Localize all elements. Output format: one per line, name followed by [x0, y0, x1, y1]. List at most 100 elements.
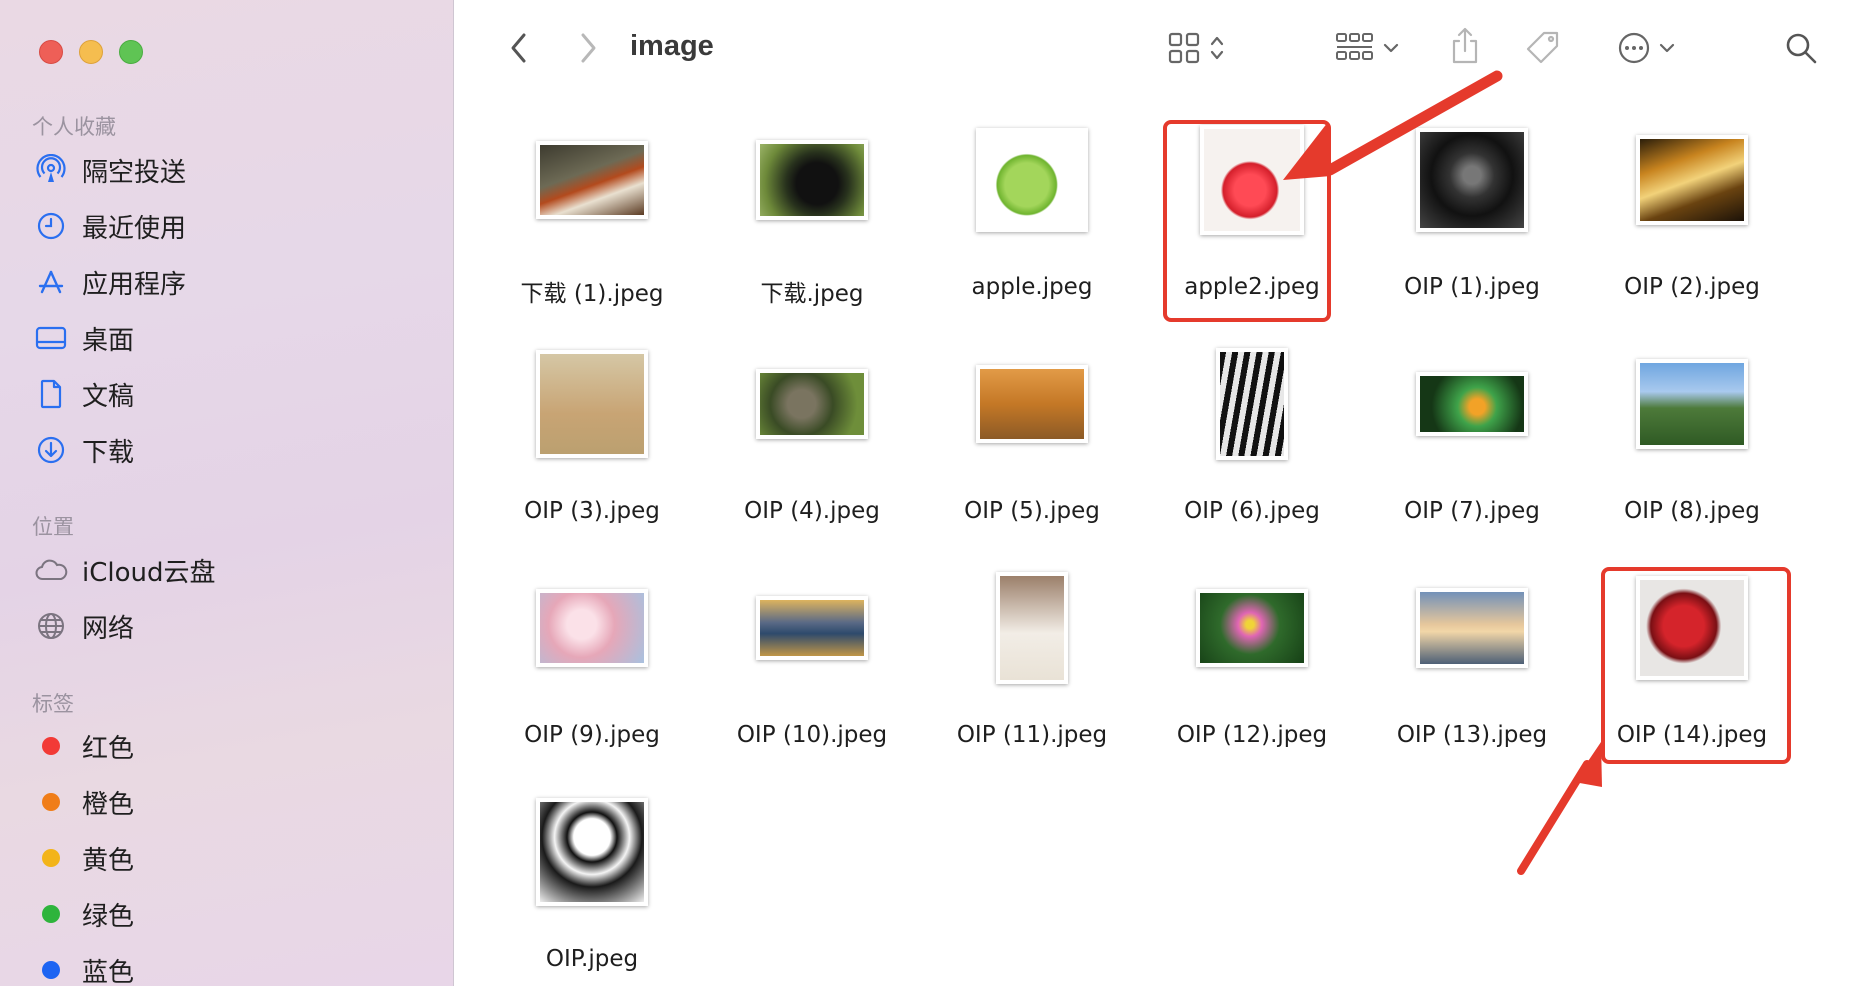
tag-color-dot [42, 793, 60, 811]
desktop-icon [34, 321, 68, 355]
more-actions-button[interactable] [1611, 30, 1681, 70]
sidebar-tag-green[interactable]: 绿色 [34, 892, 134, 936]
thumbnail-image [1200, 593, 1304, 663]
thumbnail-image [540, 593, 644, 663]
file-thumbnail [536, 350, 648, 458]
grid-view-icon [1167, 31, 1201, 70]
file-item[interactable]: OIP (10).jpeg [712, 568, 912, 768]
file-name: 下载 (1).jpeg [520, 281, 664, 307]
file-thumbnail [756, 596, 868, 660]
file-item[interactable]: apple.jpeg [932, 120, 1132, 320]
file-thumbnail [1416, 588, 1528, 668]
file-name: OIP (4).jpeg [744, 498, 880, 524]
file-name: OIP (9).jpeg [524, 722, 660, 748]
group-button[interactable] [1327, 30, 1407, 70]
sidebar-item-icloud[interactable]: iCloud云盘 [34, 548, 216, 592]
back-button[interactable] [499, 30, 539, 70]
file-thumbnail [1216, 348, 1288, 460]
download-icon [34, 433, 68, 467]
tag-button[interactable] [1521, 30, 1565, 70]
thumbnail-image [540, 145, 644, 215]
thumbnail-image [1640, 139, 1744, 221]
sidebar-tag-yellow[interactable]: 黄色 [34, 836, 134, 880]
tag-color-dot [42, 905, 60, 923]
sidebar-tag-red[interactable]: 红色 [34, 724, 134, 768]
group-icon [1335, 31, 1375, 70]
file-thumbnail [1636, 135, 1748, 225]
thumbnail-image [1640, 363, 1744, 445]
thumbnail-image [980, 369, 1084, 439]
minimize-window-button[interactable] [79, 40, 103, 64]
thumbnail-image [540, 802, 644, 902]
file-name: OIP (5).jpeg [964, 498, 1100, 524]
file-item[interactable]: OIP (9).jpeg [492, 568, 692, 768]
file-name: OIP.jpeg [545, 946, 639, 972]
thumbnail-image [760, 144, 864, 216]
sidebar-item-label: 橙色 [82, 789, 135, 820]
file-item[interactable]: OIP (8).jpeg [1592, 344, 1792, 544]
sidebar-item-desktop[interactable]: 桌面 [34, 316, 134, 360]
thumbnail-image [1000, 576, 1064, 680]
file-item[interactable]: OIP (12).jpeg [1152, 568, 1352, 768]
close-window-button[interactable] [39, 40, 63, 64]
forward-button[interactable] [568, 30, 608, 70]
chevron-left-icon [509, 32, 529, 69]
file-item[interactable]: OIP (7).jpeg [1372, 344, 1572, 544]
file-item[interactable]: OIP (11).jpeg [932, 568, 1132, 768]
sidebar-tag-orange[interactable]: 橙色 [34, 780, 134, 824]
file-name: OIP (6).jpeg [1184, 498, 1320, 524]
toolbar: image [455, 0, 1856, 100]
window-title: image [630, 30, 714, 62]
sidebar-item-label: iCloud云盘 [82, 557, 216, 588]
clock-icon [34, 209, 68, 243]
file-name: 下载.jpeg [760, 281, 864, 307]
file-name: OIP (13).jpeg [1396, 722, 1548, 748]
chevron-right-icon [578, 32, 598, 69]
sidebar-item-network[interactable]: 网络 [34, 604, 134, 648]
file-name: OIP (7).jpeg [1404, 498, 1540, 524]
sidebar-item-label: 文稿 [82, 381, 135, 412]
zoom-window-button[interactable] [119, 40, 143, 64]
sidebar-item-recents[interactable]: 最近使用 [34, 204, 186, 248]
chevron-down-icon [1659, 41, 1675, 59]
tag-color-dot [42, 849, 60, 867]
search-button[interactable] [1781, 30, 1821, 70]
file-browser: image 下载 (1).jpeg 下载.jpeg apple.jpeg app… [455, 0, 1856, 986]
sidebar-item-documents[interactable]: 文稿 [34, 372, 134, 416]
chevron-up-down-icon [1209, 33, 1225, 68]
sidebar-item-applications[interactable]: 应用程序 [34, 260, 186, 304]
sidebar-item-airdrop[interactable]: 隔空投送 [34, 148, 186, 192]
share-button[interactable] [1445, 26, 1485, 70]
file-item[interactable]: OIP (5).jpeg [932, 344, 1132, 544]
file-name: OIP (10).jpeg [736, 722, 888, 748]
file-item[interactable]: OIP (6).jpeg [1152, 344, 1352, 544]
sidebar-item-label: 隔空投送 [82, 157, 187, 188]
favorites-section-title: 个人收藏 [32, 115, 116, 139]
file-item[interactable]: OIP (3).jpeg [492, 344, 692, 544]
file-thumbnail [976, 128, 1088, 232]
file-item[interactable]: 下载.jpeg [712, 120, 912, 320]
highlight-box-apple2 [1163, 120, 1331, 322]
sidebar: 个人收藏 隔空投送 最近使用 应用程序 桌面 文稿 下载 位置 iCloud云盘… [0, 0, 454, 986]
thumbnail-image [1420, 132, 1524, 228]
file-item[interactable]: OIP (1).jpeg [1372, 120, 1572, 320]
file-item[interactable]: OIP (13).jpeg [1372, 568, 1572, 768]
applications-icon [34, 265, 68, 299]
share-icon [1449, 27, 1481, 70]
sidebar-tag-blue[interactable]: 蓝色 [34, 948, 134, 986]
sidebar-item-downloads[interactable]: 下载 [34, 428, 134, 472]
file-item[interactable]: 下载 (1).jpeg [492, 120, 692, 320]
file-item[interactable]: OIP.jpeg [492, 792, 692, 986]
sidebar-item-label: 下载 [82, 437, 135, 468]
file-item[interactable]: OIP (4).jpeg [712, 344, 912, 544]
search-icon [1784, 31, 1818, 70]
thumbnail-image [1220, 352, 1284, 456]
thumbnail-image [540, 354, 644, 454]
view-mode-button[interactable] [1161, 30, 1231, 70]
file-thumbnail [1416, 128, 1528, 232]
file-name: OIP (12).jpeg [1176, 722, 1328, 748]
file-item[interactable]: OIP (2).jpeg [1592, 120, 1792, 320]
tag-icon [1524, 29, 1562, 72]
file-thumbnail [996, 572, 1068, 684]
tags-section-title: 标签 [32, 692, 74, 716]
